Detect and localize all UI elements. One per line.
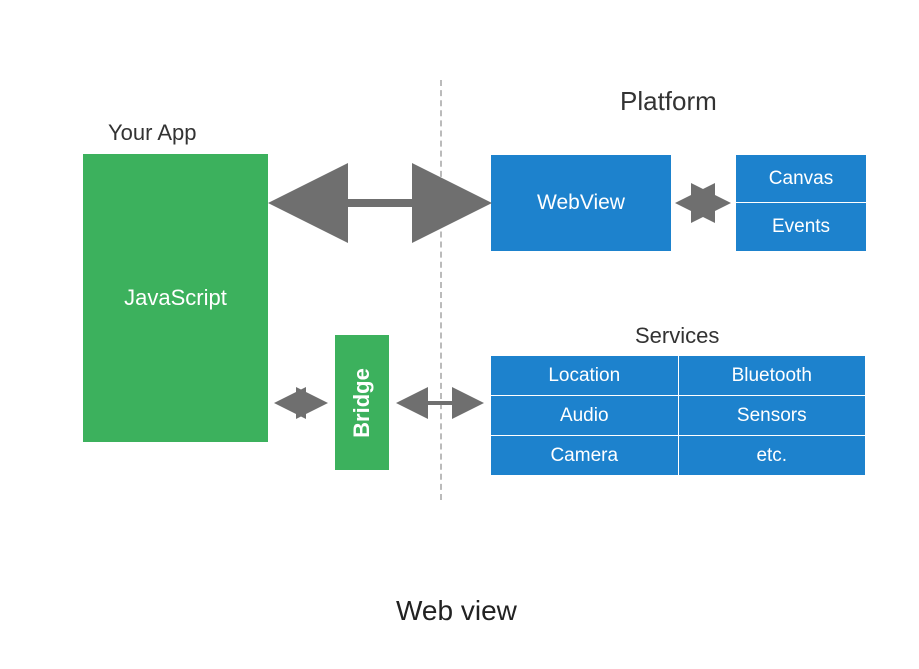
service-cell: etc. <box>678 436 866 476</box>
label-platform: Platform <box>620 86 717 117</box>
service-cell: Audio <box>491 396 679 436</box>
table-row: LocationBluetooth <box>491 356 866 396</box>
box-webview: WebView <box>491 155 671 251</box>
arrow-webview-canvas <box>672 192 734 214</box>
box-javascript-label: JavaScript <box>124 285 227 311</box>
table-row: Cameraetc. <box>491 436 866 476</box>
label-your-app: Your App <box>108 120 197 146</box>
cell-events: Events <box>736 203 866 251</box>
divider-vertical <box>440 80 442 500</box>
table-services: LocationBluetoothAudioSensorsCameraetc. <box>490 355 866 476</box>
caption-webview: Web view <box>396 595 517 627</box>
arrow-js-webview <box>270 188 490 218</box>
arrow-bridge-services <box>392 392 488 414</box>
label-services: Services <box>635 323 719 349</box>
service-cell: Bluetooth <box>678 356 866 396</box>
box-bridge: Bridge <box>335 335 389 470</box>
box-webview-label: WebView <box>537 191 625 215</box>
service-cell: Sensors <box>678 396 866 436</box>
stack-canvas-events: Canvas Events <box>736 155 866 251</box>
box-javascript: JavaScript <box>83 154 268 442</box>
box-bridge-label: Bridge <box>349 368 375 438</box>
cell-canvas: Canvas <box>736 155 866 203</box>
cell-events-label: Events <box>772 216 830 238</box>
cell-canvas-label: Canvas <box>769 168 833 190</box>
table-row: AudioSensors <box>491 396 866 436</box>
service-cell: Location <box>491 356 679 396</box>
service-cell: Camera <box>491 436 679 476</box>
arrow-js-bridge <box>270 392 332 414</box>
